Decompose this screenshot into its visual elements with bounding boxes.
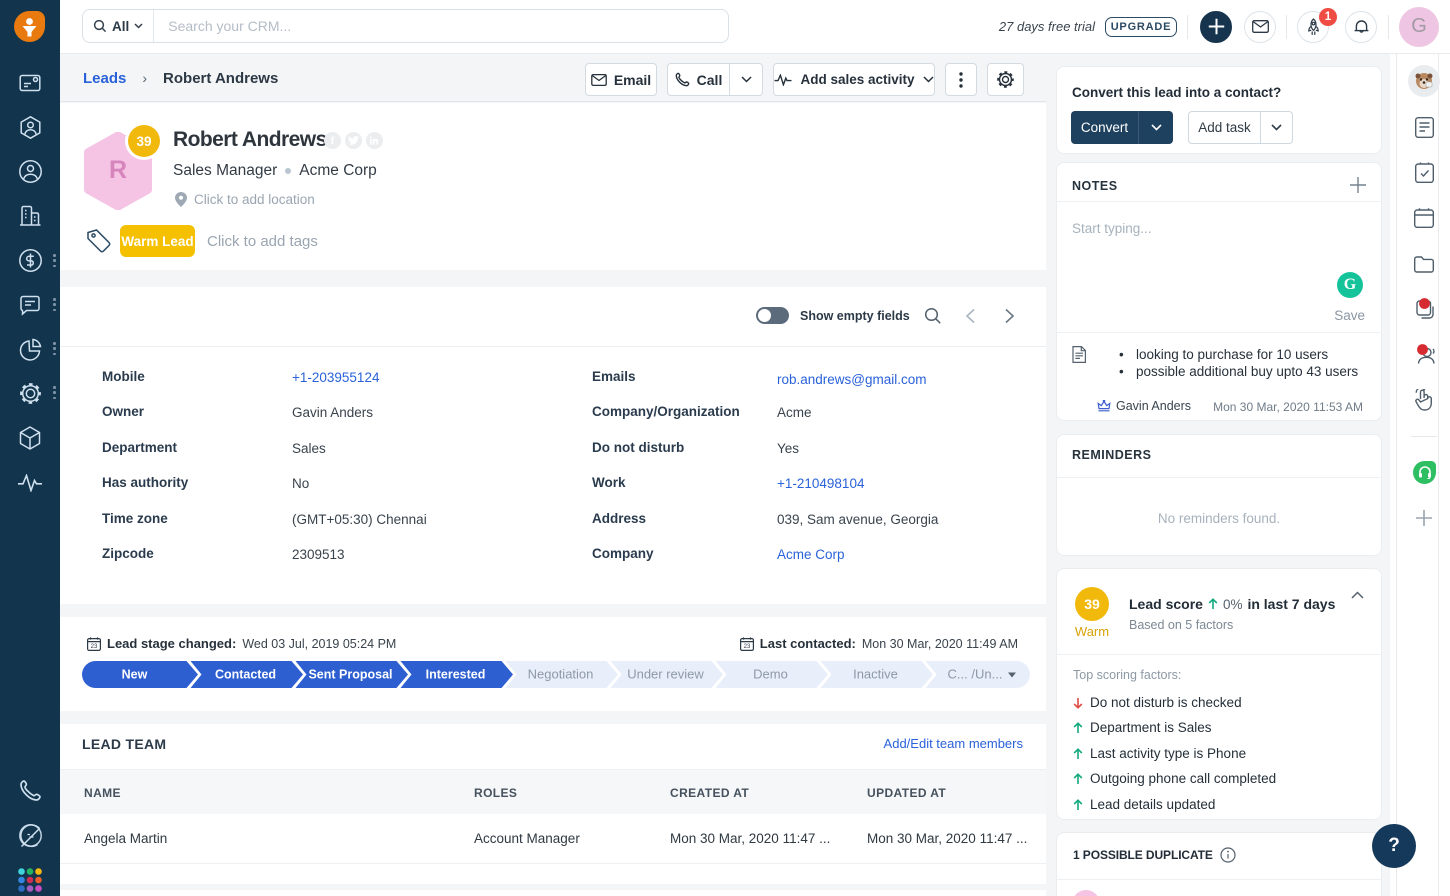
svg-text:Inactive: Inactive [853, 667, 898, 682]
svg-text:Sent Proposal: Sent Proposal [308, 668, 392, 682]
svg-text:Demo: Demo [753, 667, 788, 682]
svg-text:23: 23 [743, 644, 750, 650]
svg-text:Negotiation: Negotiation [528, 667, 594, 682]
svg-text:R: R [109, 156, 127, 184]
svg-text:23: 23 [91, 644, 98, 650]
svg-text:Contacted: Contacted [215, 668, 276, 682]
svg-text:C... /Un...: C... /Un... [948, 667, 1003, 682]
svg-text:Under review: Under review [627, 667, 704, 682]
svg-text:New: New [122, 668, 148, 682]
svg-text:Interested: Interested [426, 668, 486, 682]
